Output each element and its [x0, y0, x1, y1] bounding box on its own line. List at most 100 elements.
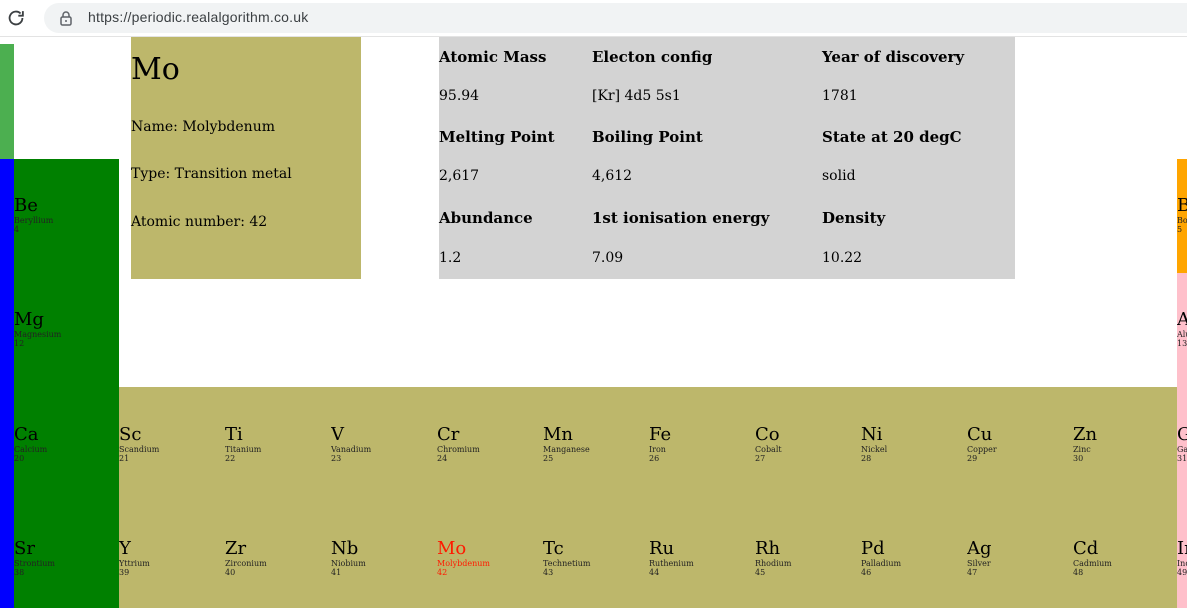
prop-density-label: Density [822, 209, 886, 227]
element-zr[interactable]: Zr Zirconium 40 [225, 539, 331, 608]
element-number: 5 [1177, 225, 1183, 234]
element-number: 21 [119, 454, 130, 463]
element-in[interactable]: In Ind 49 [1177, 539, 1187, 608]
reload-icon[interactable] [5, 7, 27, 29]
element-number: 28 [861, 454, 872, 463]
element-name: Yttrium [119, 559, 150, 568]
element-rh[interactable]: Rh Rhodium 45 [755, 539, 861, 608]
element-be[interactable]: Be Beryllium 4 [14, 196, 119, 310]
element-ga[interactable]: G Ga 31 [1177, 425, 1187, 539]
element-number: 31 [1177, 454, 1187, 463]
element-ag[interactable]: Ag Silver 47 [967, 539, 1073, 608]
element-name: Vanadium [331, 445, 372, 454]
element-symbol: A [1177, 309, 1187, 330]
element-name: Ruthenium [649, 559, 694, 568]
element-number: 44 [649, 568, 660, 577]
element-number: 23 [331, 454, 342, 463]
prop-state-value: solid [822, 168, 856, 184]
element-number: 4 [14, 225, 20, 234]
element-name: Copper [967, 445, 997, 454]
element-ca[interactable]: Ca Calcium 20 [14, 425, 119, 539]
element-name: Silver [967, 559, 991, 568]
hydrogen-column-strip[interactable] [0, 44, 14, 159]
element-symbol: Cu [967, 425, 993, 445]
detail-type: Type: Transition metal [131, 166, 292, 182]
element-name: Cadmium [1073, 559, 1112, 568]
element-symbol: Mn [543, 425, 574, 445]
prop-electron-config-label: Electon config [592, 48, 713, 66]
element-number: 49 [1177, 568, 1187, 577]
element-symbol: Mg [14, 310, 44, 330]
element-number: 39 [119, 568, 130, 577]
prop-electron-config-value: [Kr] 4d5 5s1 [592, 88, 681, 104]
element-number: 41 [331, 568, 342, 577]
address-bar[interactable]: https://periodic.realalgorithm.co.uk [44, 3, 1187, 33]
detail-name: Name: Molybdenum [131, 119, 275, 135]
element-number: 12 [14, 339, 25, 348]
lock-icon[interactable] [58, 10, 74, 26]
prop-boiling-point-value: 4,612 [592, 168, 633, 184]
element-symbol: Sr [14, 539, 35, 559]
element-number: 43 [543, 568, 554, 577]
alkali-column-strip[interactable] [0, 159, 14, 608]
element-tc[interactable]: Tc Technetium 43 [543, 539, 649, 608]
element-number: 47 [967, 568, 978, 577]
element-sr[interactable]: Sr Strontium 38 [14, 539, 119, 608]
element-fe[interactable]: Fe Iron 26 [649, 425, 755, 539]
element-name: Beryllium [14, 216, 54, 225]
element-symbol: Zr [225, 539, 247, 559]
element-symbol: Cd [1073, 539, 1099, 559]
element-co[interactable]: Co Cobalt 27 [755, 425, 861, 539]
element-mg[interactable]: Mg Magnesium 12 [14, 310, 119, 424]
prop-atomic-mass-label: Atomic Mass [439, 48, 547, 66]
element-name: Zinc [1073, 445, 1091, 454]
element-name: Manganese [543, 445, 590, 454]
element-name: Titanium [225, 445, 262, 454]
element-ru[interactable]: Ru Ruthenium 44 [649, 539, 755, 608]
element-name: Ind [1177, 559, 1187, 568]
element-zn[interactable]: Zn Zinc 30 [1073, 425, 1177, 539]
element-detail-card: Mo Name: Molybdenum Type: Transition met… [131, 37, 361, 279]
element-symbol: Mo [437, 539, 467, 559]
prop-boiling-point-label: Boiling Point [592, 128, 703, 146]
element-name: Nickel [861, 445, 888, 454]
element-v[interactable]: V Vanadium 23 [331, 425, 437, 539]
element-symbol: Co [755, 425, 780, 445]
element-mo-selected[interactable]: Mo Molybdenum 42 [437, 539, 543, 608]
element-symbol: Y [119, 539, 131, 559]
element-number: 13 [1177, 339, 1187, 348]
element-symbol: Ca [14, 425, 39, 445]
element-name: Niobium [331, 559, 366, 568]
prop-abundance-label: Abundance [439, 209, 533, 227]
element-y[interactable]: Y Yttrium 39 [119, 539, 225, 608]
element-number: 38 [14, 568, 25, 577]
element-name: Calcium [14, 445, 48, 454]
prop-discovery-year-value: 1781 [822, 88, 858, 104]
element-ti[interactable]: Ti Titanium 22 [225, 425, 331, 539]
element-cr[interactable]: Cr Chromium 24 [437, 425, 543, 539]
element-name: Strontium [14, 559, 55, 568]
element-symbol: Be [14, 196, 38, 216]
element-symbol: In [1177, 539, 1187, 559]
prop-ionisation-energy-label: 1st ionisation energy [592, 209, 770, 227]
element-name: Palladium [861, 559, 902, 568]
url-text[interactable]: https://periodic.realalgorithm.co.uk [88, 9, 308, 25]
element-mn[interactable]: Mn Manganese 25 [543, 425, 649, 539]
element-name: Rhodium [755, 559, 792, 568]
element-pd[interactable]: Pd Palladium 46 [861, 539, 967, 608]
element-b[interactable]: B Bo 5 [1177, 159, 1187, 273]
element-cu[interactable]: Cu Copper 29 [967, 425, 1073, 539]
element-number: 48 [1073, 568, 1084, 577]
element-symbol: B [1177, 195, 1187, 216]
detail-atomic-number: Atomic number: 42 [131, 214, 268, 230]
element-cd[interactable]: Cd Cadmium 48 [1073, 539, 1177, 608]
element-name: Chromium [437, 445, 480, 454]
element-ni[interactable]: Ni Nickel 28 [861, 425, 967, 539]
prop-abundance-value: 1.2 [439, 250, 462, 266]
element-nb[interactable]: Nb Niobium 41 [331, 539, 437, 608]
periodic-table-page: Be Beryllium 4 Mg Magnesium 12 Ca Calciu… [0, 37, 1187, 608]
element-number: 46 [861, 568, 872, 577]
element-number: 42 [437, 568, 448, 577]
element-sc[interactable]: Sc Scandium 21 [119, 425, 225, 539]
prop-melting-point-label: Melting Point [439, 128, 555, 146]
